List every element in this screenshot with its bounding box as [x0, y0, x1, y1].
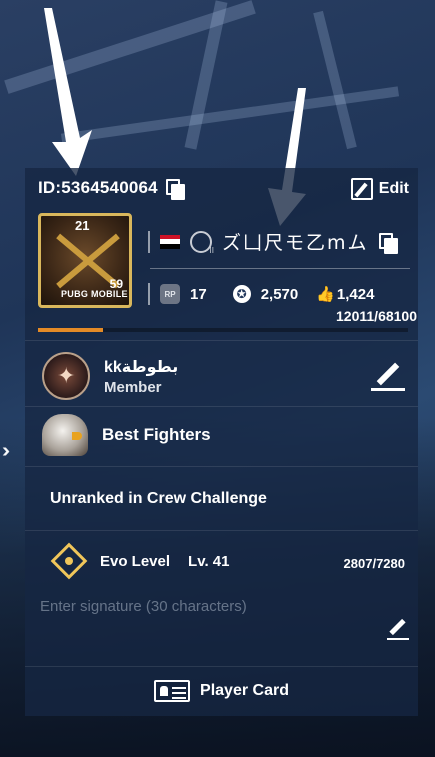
crew-challenge-status[interactable]: Unranked in Crew Challenge [50, 490, 267, 508]
clan-row[interactable]: kkبطوطة Member [42, 352, 178, 400]
divider [25, 530, 418, 531]
background-beam [313, 10, 357, 150]
edit-button[interactable]: Edit [350, 178, 409, 200]
exp-progress-bar [38, 328, 408, 332]
flag-icon [160, 234, 180, 249]
name-row: ズ凵尺モ乙mム [148, 228, 398, 255]
rank-icon[interactable] [190, 230, 214, 255]
player-card-label: Player Card [200, 682, 289, 699]
player-id-row: ID:5364540064 [38, 178, 185, 200]
divider [150, 268, 410, 269]
player-id: ID:5364540064 [38, 178, 158, 197]
evo-progress: 2807/7280 [343, 556, 405, 571]
pencil-icon[interactable] [371, 357, 405, 391]
signature-input[interactable] [40, 594, 340, 618]
clan-info: kkبطوطة Member [104, 357, 178, 396]
divider-bar [148, 230, 150, 253]
edit-label: Edit [378, 180, 409, 197]
divider-bar [148, 283, 150, 305]
likes-value: 1,424 [336, 285, 375, 303]
copy-icon[interactable] [165, 179, 185, 200]
eagle-icon [42, 414, 88, 456]
annotation-arrow-left [44, 8, 92, 176]
player-card-icon [154, 680, 191, 702]
team-name: Best Fighters [102, 425, 211, 444]
popularity-value: 2,570 [260, 285, 299, 303]
chevron-right-icon[interactable]: ››› [2, 440, 10, 463]
avatar[interactable]: 21 PUBG MOBILE 59 [38, 213, 132, 308]
avatar-top-number: 21 [75, 218, 90, 233]
copy-icon[interactable] [378, 232, 398, 254]
evo-label: Evo Level [100, 552, 171, 570]
rp-icon: RP [160, 284, 180, 304]
divider [25, 466, 418, 467]
exp-value: 12011/68100 [336, 308, 417, 324]
clan-name: kkبطوطة [104, 358, 179, 376]
divider [25, 406, 418, 407]
stats-row: RP 17 ✪ 2,570 👍 1,424 [148, 283, 374, 305]
divider [25, 340, 418, 341]
clan-emblem-icon [42, 352, 90, 400]
avatar-level: 59 [109, 277, 123, 291]
thumbs-up-icon: 👍 [316, 286, 335, 303]
pencil-icon[interactable] [387, 618, 409, 640]
team-row[interactable]: Best Fighters [42, 414, 211, 456]
edit-icon [350, 178, 373, 200]
evo-icon [50, 542, 88, 580]
evo-row[interactable]: Evo Level Lv. 41 [50, 542, 230, 580]
clan-role: Member [104, 378, 162, 396]
player-card-button[interactable]: Player Card [25, 666, 418, 716]
evo-level: Lv. 41 [188, 552, 230, 570]
star-icon: ✪ [232, 285, 251, 303]
rp-value: 17 [190, 285, 207, 303]
player-name: ズ凵尺モ乙mム [222, 232, 369, 254]
exp-progress-fill [38, 328, 104, 332]
